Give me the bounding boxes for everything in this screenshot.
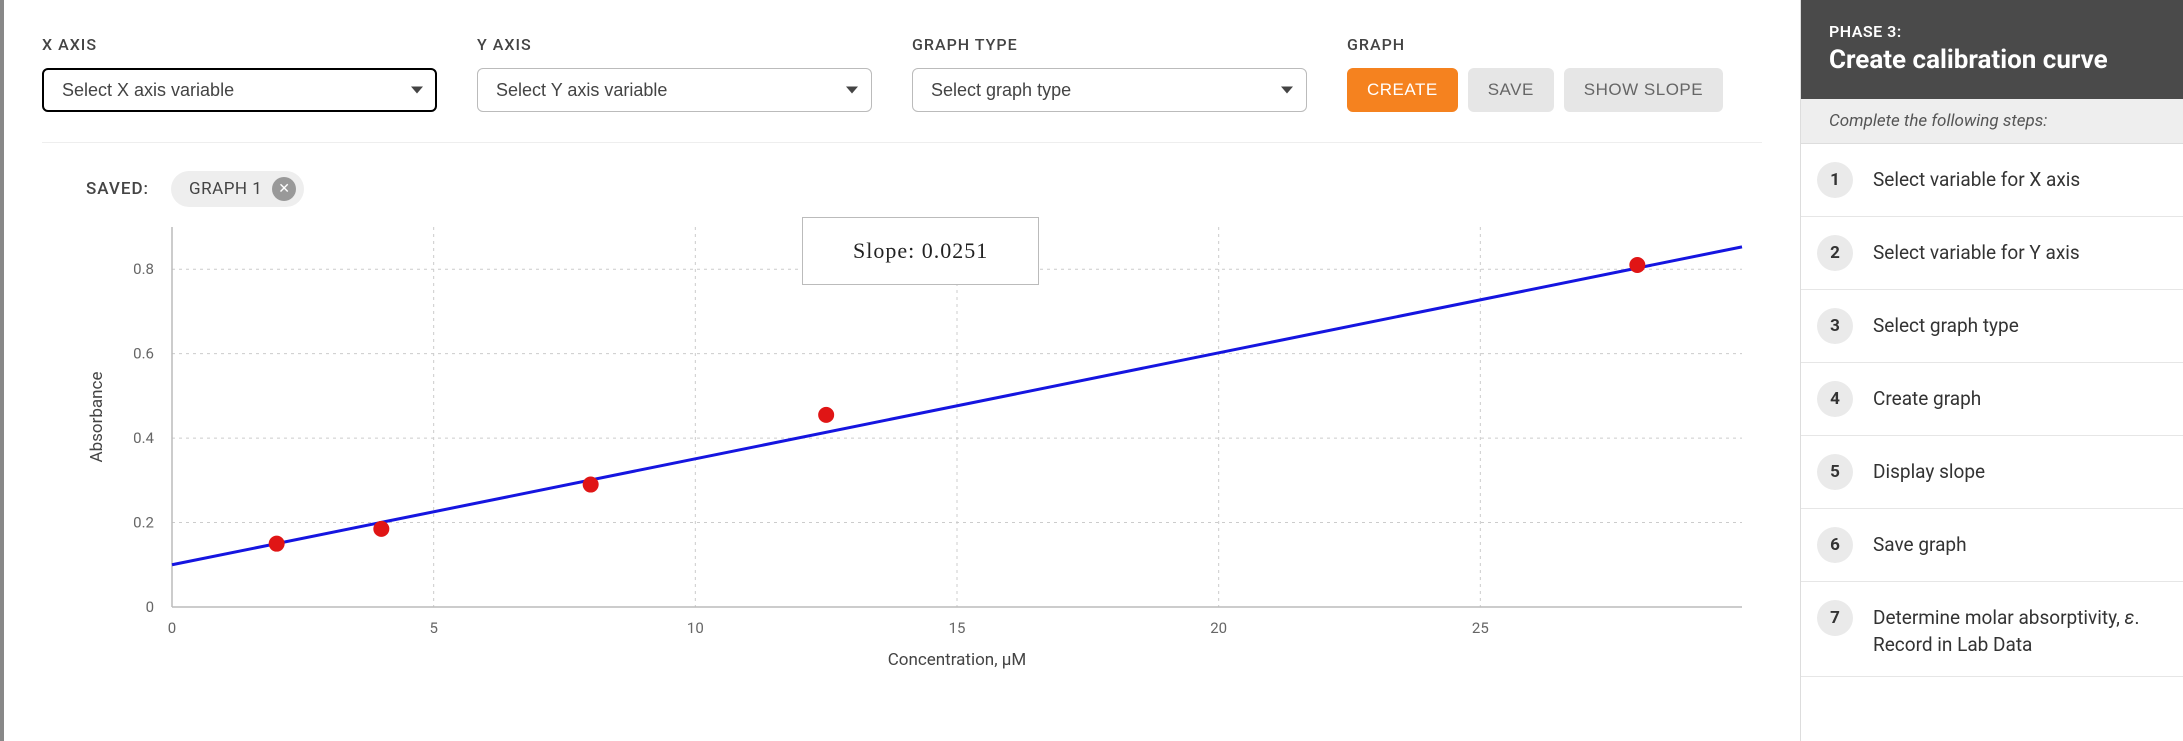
phase-sidebar: PHASE 3: Create calibration curve Comple… xyxy=(1800,0,2183,741)
graph-actions-group: GRAPH CREATE SAVE SHOW SLOPE xyxy=(1347,35,1723,112)
phase-kicker: PHASE 3: xyxy=(1829,22,2155,41)
step-number: 1 xyxy=(1817,162,1853,198)
x-axis-select[interactable]: Select X axis variable xyxy=(42,68,437,112)
create-button[interactable]: CREATE xyxy=(1347,68,1458,112)
graph-type-group: GRAPH TYPE Select graph type xyxy=(912,35,1307,112)
step-item: 3 Select graph type xyxy=(1801,290,2183,363)
step-text: Determine molar absorptivity, ε. Record … xyxy=(1873,600,2159,658)
step-item: 1 Select variable for X axis xyxy=(1801,144,2183,217)
y-axis-label: Y AXIS xyxy=(477,35,872,54)
svg-text:Concentration, µM: Concentration, µM xyxy=(888,650,1027,670)
steps-list: 1 Select variable for X axis 2 Select varia… xyxy=(1801,144,2183,677)
step-text: Select graph type xyxy=(1873,308,2019,340)
saved-row: SAVED: GRAPH 1 ✕ xyxy=(42,143,1762,217)
show-slope-button[interactable]: SHOW SLOPE xyxy=(1564,68,1723,112)
step-item: 2 Select variable for Y axis xyxy=(1801,217,2183,290)
svg-text:0.4: 0.4 xyxy=(133,429,154,447)
graph-buttons: CREATE SAVE SHOW SLOPE xyxy=(1347,68,1723,112)
svg-text:5: 5 xyxy=(429,619,437,637)
y-axis-select[interactable]: Select Y axis variable xyxy=(477,68,872,112)
svg-text:Absorbance: Absorbance xyxy=(87,372,107,463)
step-item: 7 Determine molar absorptivity, ε. Record… xyxy=(1801,582,2183,677)
saved-label: SAVED: xyxy=(86,179,149,199)
svg-text:25: 25 xyxy=(1472,619,1489,637)
close-icon[interactable]: ✕ xyxy=(272,177,296,201)
step-number: 4 xyxy=(1817,381,1853,417)
phase-header: PHASE 3: Create calibration curve xyxy=(1801,0,2183,99)
svg-text:10: 10 xyxy=(687,619,704,637)
chip-label: GRAPH 1 xyxy=(189,179,262,199)
step-text: Display slope xyxy=(1873,454,1985,486)
x-axis-group: X AXIS Select X axis variable xyxy=(42,35,437,112)
saved-graph-chip[interactable]: GRAPH 1 ✕ xyxy=(171,171,304,207)
svg-text:0.2: 0.2 xyxy=(133,514,154,532)
step-text: Save graph xyxy=(1873,527,1967,559)
svg-text:0.8: 0.8 xyxy=(133,260,154,278)
y-axis-select-wrap: Select Y axis variable xyxy=(477,68,872,112)
x-axis-select-wrap: Select X axis variable xyxy=(42,68,437,112)
graph-type-label: GRAPH TYPE xyxy=(912,35,1307,54)
phase-subtitle: Complete the following steps: xyxy=(1801,99,2183,144)
svg-text:0.6: 0.6 xyxy=(133,345,154,363)
step-number: 6 xyxy=(1817,527,1853,563)
phase-title: Create calibration curve xyxy=(1829,45,2155,75)
step-text: Select variable for X axis xyxy=(1873,162,2080,194)
graph-actions-label: GRAPH xyxy=(1347,35,1723,54)
step-number: 2 xyxy=(1817,235,1853,271)
graph-type-select-wrap: Select graph type xyxy=(912,68,1307,112)
controls-row: X AXIS Select X axis variable Y AXIS Sel… xyxy=(42,35,1762,143)
svg-text:0: 0 xyxy=(146,598,154,616)
step-text: Select variable for Y axis xyxy=(1873,235,2080,267)
calibration-chart: 0 0.2 0.4 0.6 0.8 0 5 10 15 20 25 Concentration, µM… xyxy=(62,217,1762,677)
step-number: 5 xyxy=(1817,454,1853,490)
svg-text:15: 15 xyxy=(949,619,966,637)
step-item: 5 Display slope xyxy=(1801,436,2183,509)
save-button[interactable]: SAVE xyxy=(1468,68,1554,112)
graph-type-select[interactable]: Select graph type xyxy=(912,68,1307,112)
svg-text:0: 0 xyxy=(168,619,176,637)
main-panel: X AXIS Select X axis variable Y AXIS Sel… xyxy=(0,0,1800,741)
svg-text:20: 20 xyxy=(1210,619,1227,637)
step-number: 7 xyxy=(1817,600,1853,636)
step-number: 3 xyxy=(1817,308,1853,344)
slope-display: Slope: 0.0251 xyxy=(802,217,1039,285)
chart-area: Slope: 0.0251 0 0.2 0.4 0.6 0.8 0 5 10 15 20 25 Con… xyxy=(62,217,1762,687)
step-item: 4 Create graph xyxy=(1801,363,2183,436)
x-axis-label: X AXIS xyxy=(42,35,437,54)
step-item: 6 Save graph xyxy=(1801,509,2183,582)
step-text: Create graph xyxy=(1873,381,1981,413)
y-axis-group: Y AXIS Select Y axis variable xyxy=(477,35,872,112)
